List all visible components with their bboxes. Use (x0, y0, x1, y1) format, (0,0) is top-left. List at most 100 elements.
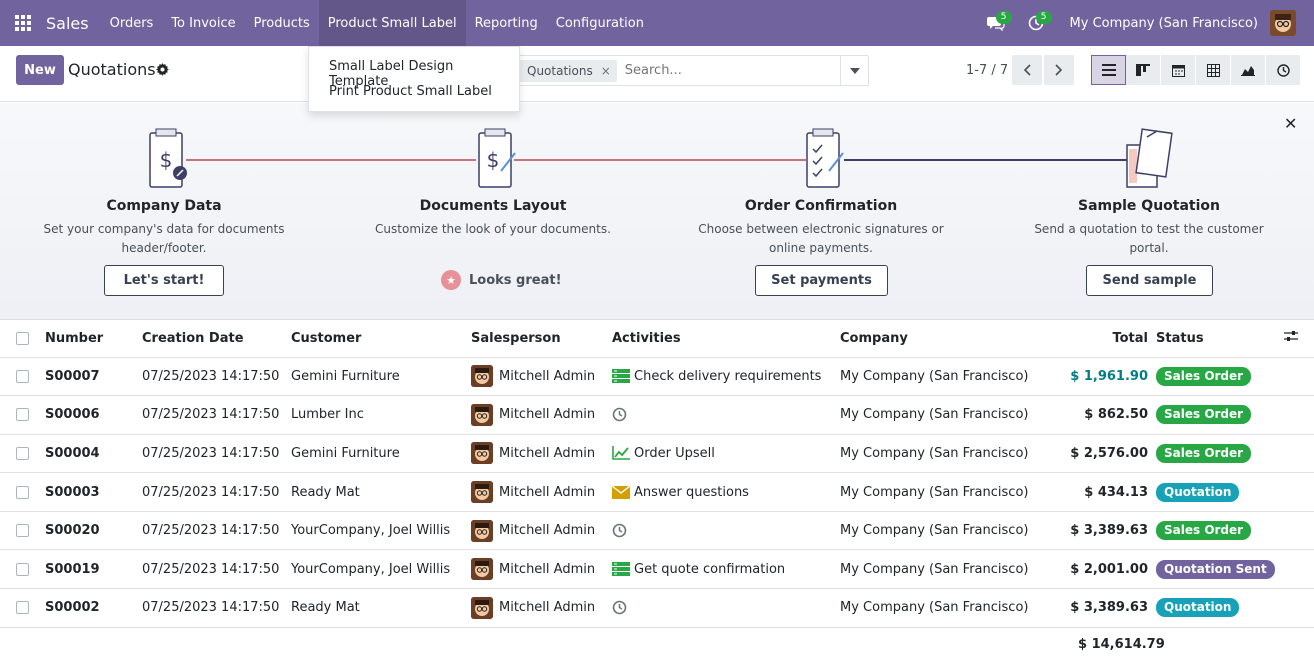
order-number: S00003 (45, 472, 142, 512)
list-icon[interactable] (612, 369, 630, 384)
graph-view-icon[interactable] (1231, 55, 1266, 85)
page-title[interactable]: Quotations (68, 60, 156, 79)
set-payments-button[interactable]: Set payments (755, 265, 888, 296)
row-checkbox[interactable] (16, 408, 29, 422)
clock-icon[interactable] (612, 600, 627, 615)
send-sample-button[interactable]: Send sample (1086, 265, 1213, 296)
column-customer[interactable]: Customer (291, 320, 471, 358)
row-checkbox[interactable] (16, 485, 29, 499)
clock-icon[interactable] (612, 523, 627, 538)
activity-cell: Order Upsell (612, 434, 840, 474)
activities-badge: 5 (1035, 11, 1052, 24)
row-checkbox[interactable] (16, 601, 29, 615)
menu-configuration[interactable]: Configuration (547, 0, 653, 46)
gear-icon[interactable] (156, 63, 169, 80)
status-cell: Sales Order (1156, 395, 1284, 435)
column-number[interactable]: Number (45, 320, 142, 358)
list-view-icon[interactable] (1091, 55, 1126, 85)
step-done-indicator: ★ Looks great! (441, 270, 562, 290)
order-number: S00004 (45, 434, 142, 474)
select-all-checkbox[interactable] (16, 331, 29, 345)
progress-line (186, 159, 476, 161)
avatar[interactable] (471, 519, 493, 542)
row-checkbox[interactable] (16, 446, 29, 460)
avatar[interactable] (471, 558, 493, 581)
filter-facet[interactable]: Quotations × (510, 59, 617, 82)
order-total: $ 434.13 (1049, 472, 1156, 512)
row-checkbox[interactable] (16, 369, 29, 383)
clock-icon[interactable] (612, 407, 627, 422)
table-row[interactable]: S00020 07/25/2023 14:17:50 YourCompany, Jo… (0, 511, 1314, 551)
salesperson-cell: Mitchell Admin (471, 549, 612, 590)
apps-menu-icon[interactable] (0, 0, 46, 46)
avatar[interactable] (471, 442, 493, 465)
salesperson-cell: Mitchell Admin (471, 588, 612, 628)
progress-line (514, 159, 806, 161)
menu-orders[interactable]: Orders (101, 0, 163, 46)
search-input[interactable] (616, 63, 840, 78)
table-row[interactable]: S00006 07/25/2023 14:17:50 Lumber Inc Mitch… (0, 395, 1314, 435)
column-salesperson[interactable]: Salesperson (471, 320, 612, 358)
customer-name: Lumber Inc (291, 395, 471, 435)
close-icon[interactable]: ✕ (1284, 114, 1297, 133)
lets-start-button[interactable]: Let's start! (104, 265, 224, 296)
table-row[interactable]: S00019 07/25/2023 14:17:50 YourCompany, Jo… (0, 549, 1314, 590)
column-activities[interactable]: Activities (612, 320, 840, 358)
column-creation-date[interactable]: Creation Date (142, 320, 291, 358)
salesperson-cell: Mitchell Admin (471, 395, 612, 435)
activities-icon[interactable]: 5 (1016, 0, 1056, 46)
avatar[interactable] (471, 365, 493, 388)
menu-products[interactable]: Products (245, 0, 319, 46)
order-number: S00002 (45, 588, 142, 628)
table-row[interactable]: S00007 07/25/2023 14:17:50 Gemini Furnitur… (0, 357, 1314, 397)
kanban-view-icon[interactable] (1126, 55, 1161, 85)
star-icon: ★ (441, 270, 461, 290)
search-options-toggle[interactable] (840, 56, 868, 85)
customer-name: YourCompany, Joel Willis (291, 511, 471, 551)
menu-reporting[interactable]: Reporting (466, 0, 547, 46)
messages-icon[interactable]: 5 (976, 0, 1016, 46)
app-brand[interactable]: Sales (46, 14, 89, 33)
row-checkbox[interactable] (16, 524, 29, 538)
menu-to-invoice[interactable]: To Invoice (162, 0, 244, 46)
calendar-view-icon[interactable] (1161, 55, 1196, 85)
column-status[interactable]: Status (1156, 320, 1284, 358)
row-spacer (1284, 472, 1314, 512)
document-dollar-icon: $ (144, 127, 190, 191)
table-row[interactable]: S00003 07/25/2023 14:17:50 Ready Mat Mitche… (0, 472, 1314, 512)
column-settings-icon[interactable] (1284, 331, 1298, 346)
row-checkbox[interactable] (16, 562, 29, 576)
row-select-cell (0, 395, 45, 435)
avatar[interactable] (471, 596, 493, 619)
pager-value[interactable]: 1-7 / 7 (966, 63, 1008, 78)
user-avatar[interactable] (1270, 10, 1296, 36)
facet-remove-icon[interactable]: × (601, 64, 611, 78)
table-row[interactable]: S00004 07/25/2023 14:17:50 Gemini Furnitur… (0, 434, 1314, 474)
status-badge: Quotation (1156, 482, 1240, 502)
envelope-documents-icon (1125, 127, 1173, 191)
list-icon[interactable] (612, 562, 630, 577)
menu-print-product-small-label[interactable]: Print Product Small Label (309, 82, 519, 107)
activity-view-icon[interactable] (1266, 55, 1301, 85)
chart-icon[interactable] (612, 446, 630, 461)
customer-name: Gemini Furniture (291, 357, 471, 397)
order-total: $ 2,576.00 (1049, 434, 1156, 474)
company-switcher[interactable]: My Company (San Francisco) (1056, 16, 1270, 31)
new-button[interactable]: New (16, 55, 64, 85)
avatar[interactable] (471, 481, 493, 504)
pivot-view-icon[interactable] (1196, 55, 1231, 85)
order-number: S00006 (45, 395, 142, 435)
row-spacer (1284, 588, 1314, 628)
menu-small-label-design-template[interactable]: Small Label Design Template (309, 57, 519, 89)
column-total[interactable]: Total (1049, 320, 1156, 358)
order-number: S00007 (45, 357, 142, 397)
checklist-icon (801, 127, 847, 191)
menu-product-small-label[interactable]: Product Small Label (318, 0, 466, 46)
column-company[interactable]: Company (840, 320, 1049, 358)
avatar[interactable] (471, 403, 493, 426)
envelope-icon[interactable] (612, 485, 630, 499)
pager-next-button[interactable] (1044, 55, 1074, 85)
pager-previous-button[interactable] (1012, 55, 1042, 85)
salesperson-name: Mitchell Admin (499, 445, 596, 461)
table-row[interactable]: S00002 07/25/2023 14:17:50 Ready Mat Mitche… (0, 588, 1314, 628)
